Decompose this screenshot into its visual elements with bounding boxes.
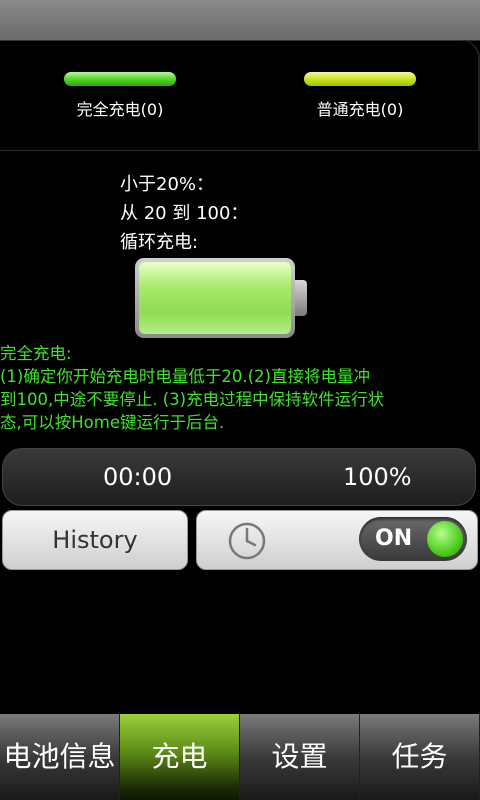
battery-body <box>135 258 295 338</box>
normal-charge-label: 普通充电(0) <box>316 100 404 119</box>
normal-charge-mode[interactable]: 普通充电(0) <box>260 72 460 120</box>
status-bar <box>0 0 480 40</box>
toggle-knob[interactable] <box>427 521 463 557</box>
timer-control: ON <box>196 510 478 570</box>
battery-fill <box>139 262 291 334</box>
info-line: 从 20 到 100： <box>120 203 249 224</box>
full-charge-label: 完全充电(0) <box>76 100 164 119</box>
full-charge-mode[interactable]: 完全充电(0) <box>20 72 220 120</box>
tab-tasks[interactable]: 任务 <box>360 714 480 800</box>
charge-time: 00:00 <box>103 463 173 491</box>
charge-percent: 100% <box>343 463 412 491</box>
full-charge-indicator <box>64 72 176 86</box>
description-line: 到100,中途不要停止. (3)充电过程中保持软件运行状 <box>0 390 385 409</box>
battery-icon <box>135 258 307 338</box>
description-title: 完全充电: <box>0 344 72 363</box>
info-line: 循环充电: <box>120 232 199 253</box>
battery-cap <box>295 280 307 316</box>
toggle-label: ON <box>375 526 413 551</box>
timer-toggle[interactable]: ON <box>359 517 467 561</box>
clock-icon[interactable] <box>227 521 267 561</box>
info-line: 小于20%： <box>120 174 215 195</box>
history-button[interactable]: History <box>2 510 188 570</box>
charge-info: 小于20%： 从 20 到 100： 循环充电: <box>120 170 248 257</box>
tab-settings[interactable]: 设置 <box>240 714 360 800</box>
tab-battery-info[interactable]: 电池信息 <box>0 714 120 800</box>
tab-bar: 电池信息 充电 设置 任务 <box>0 714 480 800</box>
description-line: (1)确定你开始充电时电量低于20.(2)直接将电量冲 <box>0 367 370 386</box>
charge-description: 完全充电: (1)确定你开始充电时电量低于20.(2)直接将电量冲 到100,中… <box>0 342 480 434</box>
normal-charge-indicator <box>304 72 416 86</box>
charge-status-bar: 00:00 100% <box>2 448 476 506</box>
tab-charge[interactable]: 充电 <box>120 714 240 800</box>
description-line: 态,可以按Home键运行于后台. <box>0 413 225 432</box>
